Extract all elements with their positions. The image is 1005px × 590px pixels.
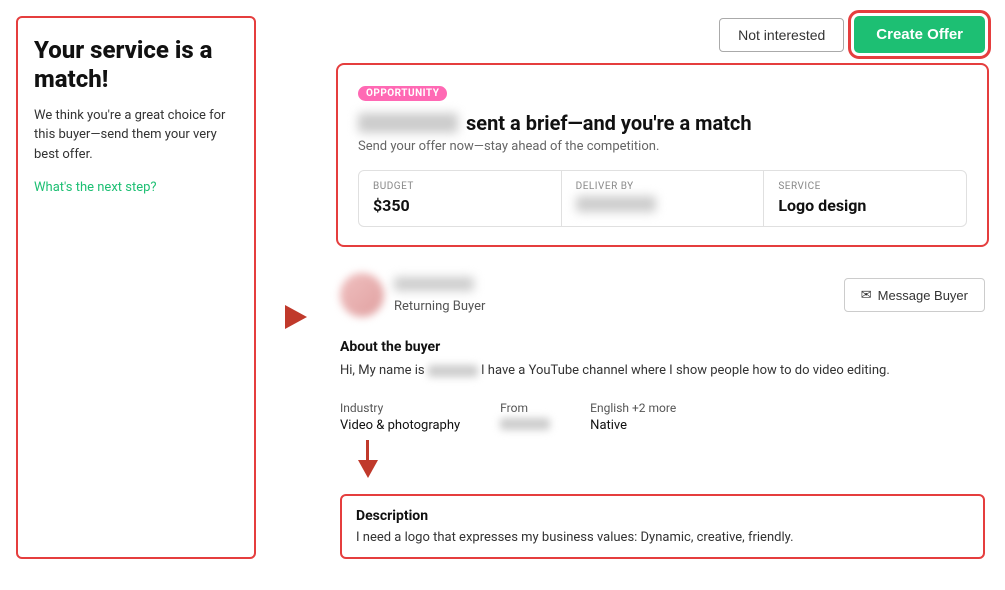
next-step-link[interactable]: What's the next step? [34, 180, 157, 195]
opportunity-card: OPPORTUNITY sent a brief—and you're a ma… [336, 63, 989, 247]
buyer-name-wrapper: Returning Buyer [394, 277, 485, 314]
buyer-info: Returning Buyer [340, 273, 485, 317]
about-text-before: Hi, My name is [340, 363, 428, 378]
create-offer-button[interactable]: Create Offer [854, 16, 985, 53]
service-label: SERVICE [778, 181, 952, 192]
right-panel: Not interested Create Offer OPPORTUNITY … [336, 16, 989, 559]
deliver-date-blurred [576, 196, 656, 212]
deliver-value [576, 196, 750, 216]
match-panel: Your service is a match! We think you're… [16, 16, 256, 559]
buyer-name-blurred-text [394, 277, 474, 291]
about-section: About the buyer Hi, My name is I have a … [340, 339, 985, 381]
arrow-right-icon [285, 305, 307, 329]
from-label: From [500, 401, 550, 415]
from-country-blurred [500, 418, 550, 430]
industry-value: Video & photography [340, 418, 460, 433]
down-arrow-icon [358, 460, 378, 478]
language-value: Native [590, 418, 676, 433]
opportunity-details: BUDGET $350 DELIVER BY SERVICE Logo desi… [358, 170, 967, 227]
budget-label: BUDGET [373, 181, 547, 192]
about-name-blurred [428, 365, 478, 377]
match-subtitle: We think you're a great choice for this … [34, 106, 238, 165]
buyer-section: Returning Buyer ✉ Message Buyer About th… [336, 259, 989, 559]
opportunity-title: sent a brief—and you're a match [358, 111, 967, 135]
service-detail: SERVICE Logo design [764, 171, 966, 226]
buyer-meta: Industry Video & photography From Englis… [340, 401, 985, 434]
description-title: Description [356, 508, 969, 524]
language-label: English +2 more [590, 401, 676, 415]
buyer-name-blurred [358, 113, 458, 133]
about-title: About the buyer [340, 339, 985, 355]
buyer-header: Returning Buyer ✉ Message Buyer [340, 273, 985, 317]
buyer-avatar [340, 273, 384, 317]
meta-language: English +2 more Native [590, 401, 676, 434]
service-value: Logo design [778, 196, 952, 215]
envelope-icon: ✉ [861, 287, 872, 303]
action-bar: Not interested Create Offer [336, 16, 989, 53]
deliver-detail: DELIVER BY [562, 171, 765, 226]
opportunity-badge: OPPORTUNITY [358, 86, 447, 101]
down-arrow-line [366, 440, 369, 460]
meta-industry: Industry Video & photography [340, 401, 460, 434]
from-value [500, 418, 550, 434]
not-interested-button[interactable]: Not interested [719, 18, 844, 52]
meta-from: From [500, 401, 550, 434]
about-text: Hi, My name is I have a YouTube channel … [340, 361, 985, 381]
down-arrow-indicator [354, 440, 985, 478]
message-button-label: Message Buyer [878, 288, 968, 303]
budget-value: $350 [373, 196, 547, 215]
match-title: Your service is a match! [34, 36, 238, 94]
opportunity-subtitle: Send your offer now—stay ahead of the co… [358, 139, 967, 154]
description-text: I need a logo that expresses my business… [356, 530, 969, 545]
about-text-after: I have a YouTube channel where I show pe… [481, 363, 890, 378]
deliver-label: DELIVER BY [576, 181, 750, 192]
budget-detail: BUDGET $350 [359, 171, 562, 226]
buyer-label: Returning Buyer [394, 299, 485, 314]
description-card: Description I need a logo that expresses… [340, 494, 985, 559]
message-buyer-button[interactable]: ✉ Message Buyer [844, 278, 985, 312]
industry-label: Industry [340, 401, 460, 415]
opportunity-title-suffix: sent a brief—and you're a match [466, 111, 752, 135]
right-arrow-indicator [276, 16, 316, 559]
